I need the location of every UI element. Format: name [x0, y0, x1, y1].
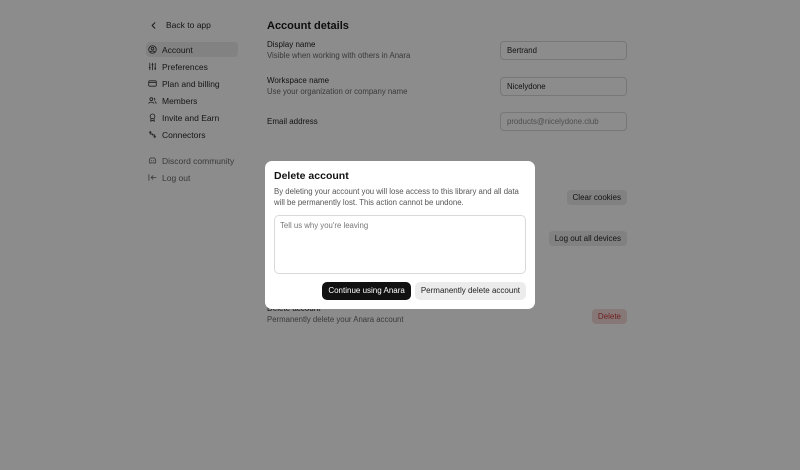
continue-using-button[interactable]: Continue using Anara [322, 282, 411, 300]
dialog-actions: Continue using Anara Permanently delete … [322, 282, 526, 300]
settings-page: Back to app Account Preferences Plan and… [0, 0, 800, 470]
delete-account-dialog: Delete account By deleting your account … [265, 161, 535, 309]
dialog-title: Delete account [274, 170, 349, 182]
dialog-body: By deleting your account you will lose a… [274, 187, 519, 207]
leaving-reason-textarea[interactable] [274, 215, 526, 274]
permanently-delete-button[interactable]: Permanently delete account [414, 282, 526, 300]
